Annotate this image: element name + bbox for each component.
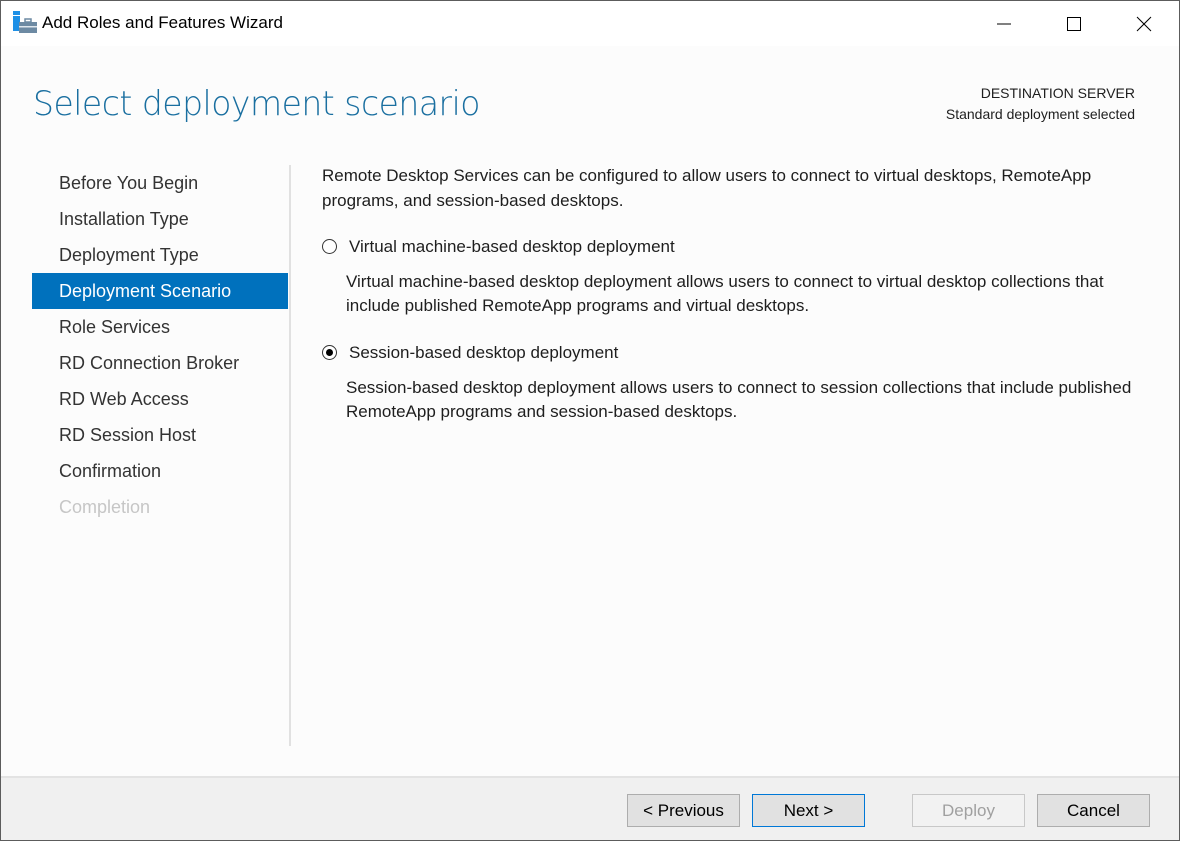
destination-server-value: Standard deployment selected — [945, 106, 1135, 122]
nav-step-installation-type[interactable]: Installation Type — [32, 201, 288, 237]
minimize-icon — [997, 23, 1011, 24]
deploy-button: Deploy — [912, 794, 1025, 827]
nav-step-deployment-type[interactable]: Deployment Type — [32, 237, 288, 273]
nav-divider — [289, 165, 291, 746]
vm-based-radio-label[interactable]: Virtual machine-based desktop deployment — [349, 237, 675, 257]
page-title: Select deployment scenario — [33, 84, 480, 124]
session-based-radio-option[interactable]: Session-based desktop deployment — [322, 340, 1142, 365]
intro-text: Remote Desktop Services can be configure… — [322, 166, 1092, 210]
nav-step-rd-session-host[interactable]: RD Session Host — [32, 417, 288, 453]
nav-step-before-you-begin[interactable]: Before You Begin — [32, 165, 288, 201]
maximize-button[interactable] — [1039, 1, 1109, 46]
wizard-footer: < Previous Next > Deploy Cancel — [1, 776, 1179, 840]
vm-based-description: Virtual machine-based desktop deployment… — [346, 272, 1104, 315]
option-session-based: Session-based desktop deployment Session… — [322, 340, 1142, 424]
destination-server-label: DESTINATION SERVER — [980, 85, 1135, 101]
nav-step-role-services[interactable]: Role Services — [32, 309, 288, 345]
wizard-steps-nav: Before You Begin Installation Type Deplo… — [32, 165, 288, 525]
nav-step-rd-web-access[interactable]: RD Web Access — [32, 381, 288, 417]
session-based-radio-label[interactable]: Session-based desktop deployment — [349, 343, 618, 363]
session-based-description: Session-based desktop deployment allows … — [346, 378, 1132, 421]
wizard-content: Select deployment scenario DESTINATION S… — [1, 46, 1179, 776]
maximize-icon — [1067, 16, 1081, 31]
title-bar[interactable]: Add Roles and Features Wizard — [1, 1, 1179, 46]
nav-step-rd-connection-broker[interactable]: RD Connection Broker — [32, 345, 288, 381]
minimize-button[interactable] — [969, 1, 1039, 46]
vm-based-radio-option[interactable]: Virtual machine-based desktop deployment — [322, 234, 1142, 259]
close-button[interactable] — [1109, 1, 1179, 46]
vm-based-radio-button[interactable] — [322, 239, 337, 254]
destination-server-info: DESTINATION SERVER Standard deployment s… — [946, 83, 1135, 125]
option-vm-based: Virtual machine-based desktop deployment… — [322, 234, 1142, 318]
nav-step-completion: Completion — [59, 497, 151, 517]
close-icon — [1136, 16, 1152, 31]
next-button[interactable]: Next > — [752, 794, 865, 827]
nav-step-deployment-scenario[interactable]: Deployment Scenario — [32, 273, 288, 309]
session-based-radio-button[interactable] — [322, 345, 337, 360]
nav-step-confirmation[interactable]: Confirmation — [32, 453, 288, 489]
radio-selected-dot — [326, 349, 333, 356]
server-manager-toolbox-icon — [13, 11, 37, 35]
cancel-button[interactable]: Cancel — [1037, 794, 1150, 827]
window-title: Add Roles and Features Wizard — [42, 13, 283, 32]
main-panel: Remote Desktop Services can be configure… — [322, 163, 1142, 424]
previous-button[interactable]: < Previous — [627, 794, 740, 827]
wizard-window: Add Roles and Features Wizard Select dep… — [0, 0, 1180, 841]
